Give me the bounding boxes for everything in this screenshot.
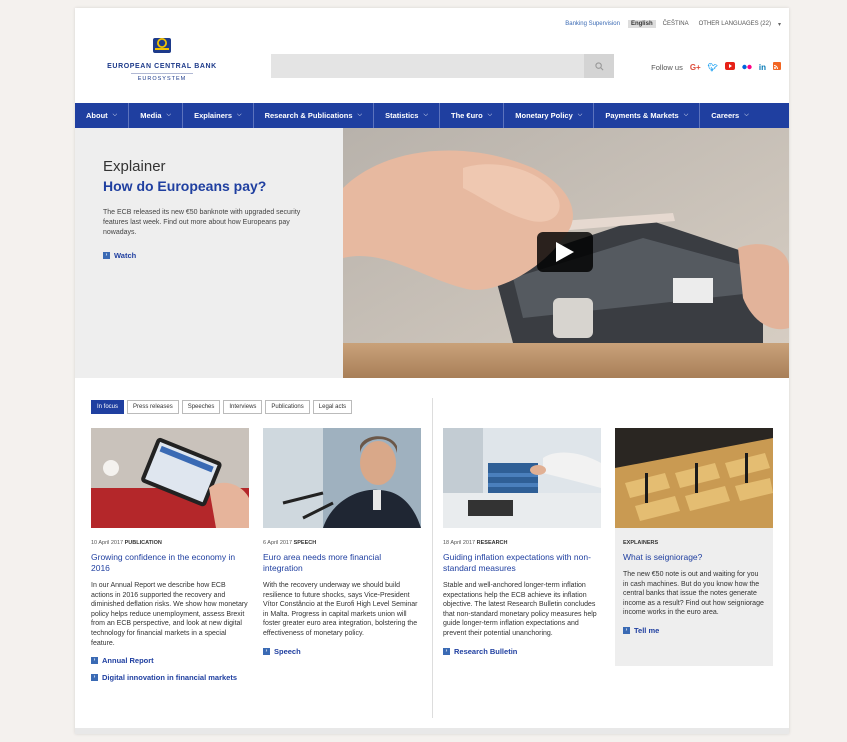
card-title[interactable]: Growing confidence in the economy in 201… [91,552,249,574]
rss-icon[interactable] [773,62,781,72]
chevron-down-icon: ⌵ [744,112,749,118]
tab-speeches[interactable]: Speeches [181,400,221,414]
card-image[interactable] [91,428,249,528]
card-title[interactable]: Euro area needs more financial integrati… [263,552,421,574]
column-divider [432,398,433,718]
ecb-logo[interactable]: EUROPEAN CENTRAL BANK EUROSYSTEM [107,34,217,82]
youtube-icon[interactable] [724,62,735,72]
main-nav: About ⌵ Media ⌵ Explainers ⌵ Research & Pub… [75,103,789,128]
google-plus-icon[interactable]: G+ [690,63,701,72]
news-card: 6 April 2017 SPEECH Euro area needs more… [263,428,421,656]
tablet-photo [91,428,249,528]
ecb-emblem-icon [153,38,171,53]
chevron-down-icon: ⌵ [577,112,583,118]
hero-text-panel: Explainer How do Europeans pay? The ECB … [75,128,343,378]
news-card: 18 April 2017 RESEARCH Guiding inflation… [443,428,601,656]
linkedin-icon[interactable]: in [759,63,766,72]
lang-cestina[interactable]: ČEŠTINA [660,20,692,28]
card-text: With the recovery underway we should bui… [263,582,418,637]
chevron-down-icon: ⌵ [487,112,493,118]
speaker-photo [263,428,421,528]
watch-link-label: Watch [114,251,137,260]
news-card: EXPLAINERS What is seigniorage? The new … [615,428,773,666]
banknote-printing-photo [615,428,773,528]
follow-us: Follow us G+ 🐦︎ in [651,62,781,72]
card-title[interactable]: What is seigniorage? [623,552,765,563]
chevron-down-icon: ⌵ [683,112,689,118]
watch-link[interactable]: › Watch [103,251,136,260]
nav-media[interactable]: Media ⌵ [129,103,184,128]
card-image[interactable] [615,428,773,528]
research-bulletin-link[interactable]: › Research Bulletin [443,647,601,656]
card-text: The new €50 note is out and waiting for … [623,571,764,617]
digital-innovation-link[interactable]: › Digital innovation in financial markets [91,673,249,682]
card-meta: 18 April 2017 RESEARCH [443,540,508,546]
arrow-right-icon: › [91,674,98,682]
card-text: Stable and well-anchored longer-term inf… [443,582,597,637]
tell-me-link[interactable]: › Tell me [623,626,765,635]
arrow-right-icon: › [443,647,450,655]
chevron-down-icon: ⌵ [112,112,118,118]
nav-payments-markets[interactable]: Payments & Markets ⌵ [594,103,701,128]
footer-strip [75,728,789,734]
tab-legal-acts[interactable]: Legal acts [312,400,353,414]
nav-statistics[interactable]: Statistics ⌵ [374,103,440,128]
arrow-right-icon: › [91,657,98,665]
arrow-right-icon: › [623,626,630,634]
card-title[interactable]: Guiding inflation expectations with non-… [443,552,601,574]
search-bar [271,54,614,78]
office-desk-photo [443,428,601,528]
play-icon [556,242,574,262]
hero-video[interactable] [343,128,789,378]
nav-monetary-policy[interactable]: Monetary Policy ⌵ [504,103,595,128]
news-card: 10 April 2017 PUBLICATION Growing confid… [91,428,249,682]
nav-research-publications[interactable]: Research & Publications ⌵ [254,103,375,128]
search-button[interactable] [584,54,614,78]
chevron-down-icon[interactable]: ▾ [778,21,781,28]
annual-report-link[interactable]: › Annual Report [91,656,249,665]
logo-name: EUROPEAN CENTRAL BANK [107,63,217,70]
hero-title[interactable]: How do Europeans pay? [103,178,266,194]
flickr-icon[interactable] [742,63,752,72]
nav-explainers[interactable]: Explainers ⌵ [183,103,254,128]
card-image[interactable] [443,428,601,528]
chevron-down-icon: ⌵ [166,112,172,118]
speech-link[interactable]: › Speech [263,647,421,656]
nav-about[interactable]: About ⌵ [75,103,130,128]
search-icon [594,61,603,70]
card-meta: EXPLAINERS [623,540,659,546]
lang-english[interactable]: English [627,20,656,28]
tab-publications[interactable]: Publications [265,400,310,414]
card-body: EXPLAINERS What is seigniorage? The new … [615,528,773,666]
follow-label: Follow us [651,62,683,72]
banking-supervision-link[interactable]: Banking Supervision [565,21,620,27]
other-languages[interactable]: OTHER LANGUAGES (22) [696,20,774,28]
card-meta: 10 April 2017 PUBLICATION [91,540,162,546]
search-input[interactable] [271,54,583,76]
chevron-down-icon: ⌵ [423,112,428,118]
hero-description: The ECB released its new €50 banknote wi… [103,209,301,236]
card-image[interactable] [263,428,421,528]
play-button[interactable] [537,232,593,272]
page: Banking Supervision English ČEŠTINA OTHE… [75,8,789,734]
card-meta: 6 April 2017 SPEECH [263,540,317,546]
arrow-right-icon: › [103,252,110,259]
tab-press-releases[interactable]: Press releases [127,400,179,414]
tab-interviews[interactable]: Interviews [223,400,263,414]
arrow-right-icon: › [263,647,270,655]
nav-the-euro[interactable]: The €uro ⌵ [440,103,505,128]
chevron-down-icon: ⌵ [237,112,242,118]
content-tabs: In focus Press releases Speeches Intervi… [91,400,353,414]
card-text: In our Annual Report we describe how ECB… [91,582,248,647]
hero-kicker: Explainer [103,158,166,175]
twitter-icon[interactable]: 🐦︎ [708,63,718,72]
utility-bar: Banking Supervision English ČEŠTINA OTHE… [565,20,781,28]
logo-sub: EUROSYSTEM [131,73,193,82]
nav-careers[interactable]: Careers ⌵ [700,103,760,128]
tab-in-focus[interactable]: In focus [91,400,125,414]
chevron-down-icon: ⌵ [357,112,363,118]
